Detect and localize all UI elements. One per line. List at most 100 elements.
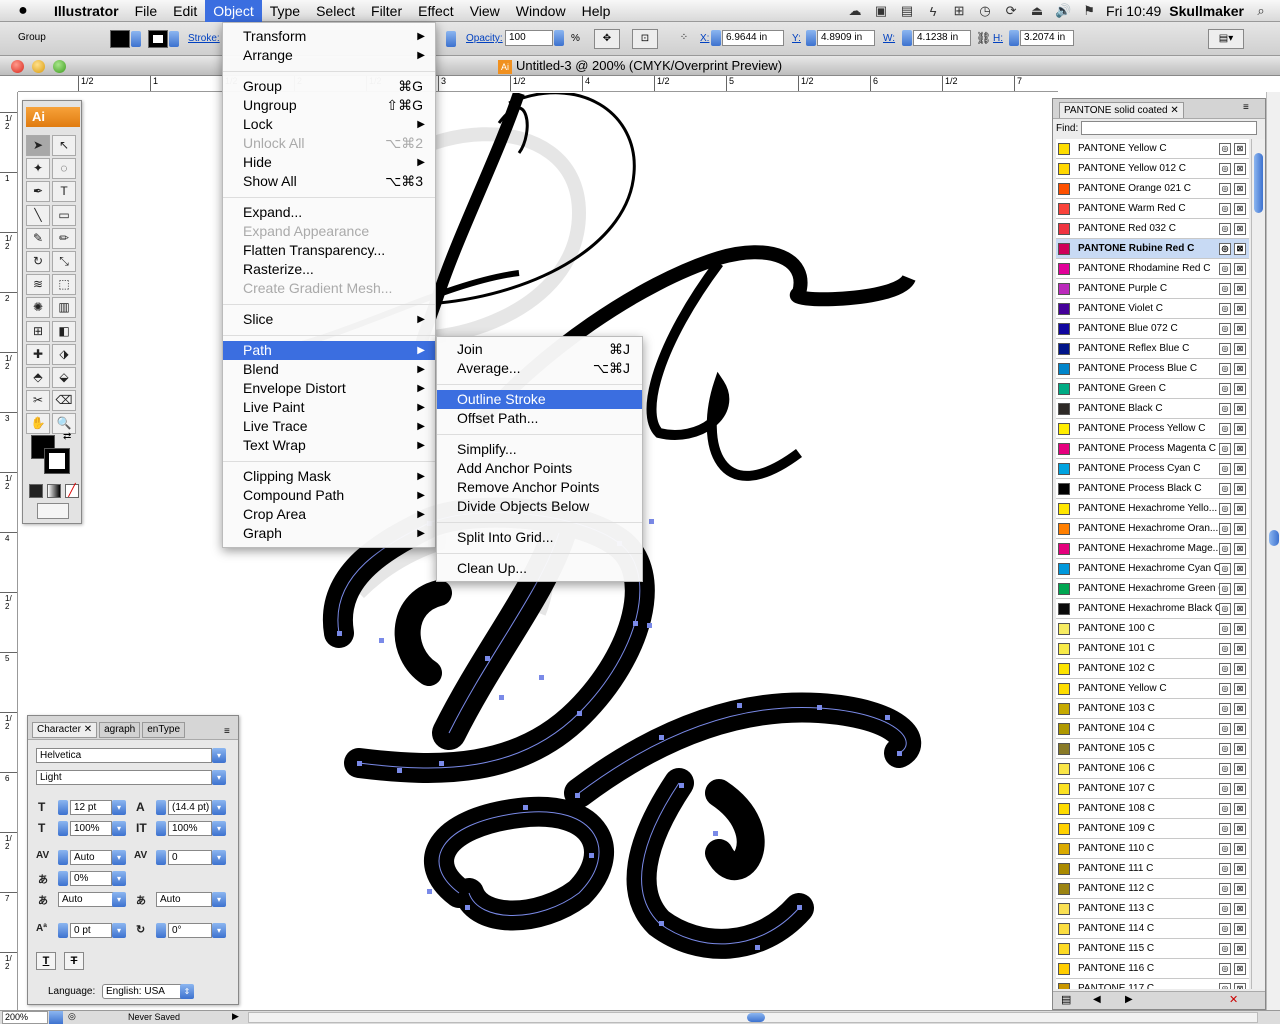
eyedropper-tool-icon[interactable]: ✚ xyxy=(26,343,50,365)
none-mode-icon[interactable]: ╱ xyxy=(65,484,79,498)
letter-k-leg[interactable] xyxy=(646,260,802,481)
menu-item-live-paint[interactable]: Live Paint ▶ xyxy=(223,398,435,417)
zoom-level-input[interactable]: 200% xyxy=(2,1011,48,1024)
vscale-dropdown[interactable]: ▾ xyxy=(212,821,226,836)
eraser-tool-icon[interactable]: ⌫ xyxy=(52,390,76,412)
menu-item-divide-objects-below[interactable]: Divide Objects Below xyxy=(437,497,642,516)
menu-item-slice[interactable]: Slice ▶ xyxy=(223,310,435,329)
scale-tool-icon[interactable]: ⤡ xyxy=(52,251,76,272)
close-tab-icon[interactable]: ✕ xyxy=(84,724,92,735)
panel-options-icon[interactable]: ≡ xyxy=(1243,102,1249,113)
paintbrush-tool-icon[interactable]: ✎ xyxy=(26,227,50,249)
status-menu-icon[interactable]: ▶ xyxy=(232,1011,239,1022)
swatch-row[interactable]: PANTONE Blue 072 C ◎ ⊠ xyxy=(1056,319,1249,339)
time-machine-icon[interactable]: ◷ xyxy=(976,3,994,19)
menu-item-outline-stroke[interactable]: Outline Stroke xyxy=(437,390,642,409)
fill-swatch[interactable] xyxy=(110,30,130,48)
vertical-scroll-thumb[interactable] xyxy=(1269,530,1279,546)
swatch-row[interactable]: PANTONE 112 C ◎ ⊠ xyxy=(1056,879,1249,899)
warp-tool-icon[interactable]: ≋ xyxy=(26,274,50,296)
outlined-k-bend[interactable] xyxy=(705,779,765,881)
gradient-tool-icon[interactable]: ◧ xyxy=(52,320,76,342)
swatch-scroll-thumb[interactable] xyxy=(1254,153,1263,213)
swatch-row[interactable]: PANTONE Red 032 C ◎ ⊠ xyxy=(1056,219,1249,239)
tracking-input[interactable]: 0 xyxy=(168,850,212,865)
menu-item-group[interactable]: Group ⌘G xyxy=(223,77,435,96)
menu-filter[interactable]: Filter xyxy=(363,0,410,22)
outlined-k-loop[interactable] xyxy=(424,796,614,931)
line-tool-icon[interactable]: ╲ xyxy=(26,204,50,226)
graph-tool-icon[interactable]: ▥ xyxy=(52,297,76,319)
zoom-dropdown[interactable] xyxy=(49,1011,63,1024)
baseline-dropdown[interactable]: ▾ xyxy=(112,923,126,938)
spaces-icon[interactable]: ⊞ xyxy=(950,3,968,19)
swatch-row[interactable]: PANTONE 100 C ◎ ⊠ xyxy=(1056,619,1249,639)
align-icon[interactable]: ⊡ xyxy=(632,29,658,49)
swatch-row[interactable]: PANTONE 113 C ◎ ⊠ xyxy=(1056,899,1249,919)
y-stepper[interactable] xyxy=(806,30,816,46)
swatch-row[interactable]: PANTONE 109 C ◎ ⊠ xyxy=(1056,819,1249,839)
menu-object[interactable]: Object xyxy=(205,0,262,22)
w-label[interactable]: W: xyxy=(883,33,895,44)
tab-character[interactable]: Character ✕ xyxy=(32,722,98,738)
font-size-dropdown[interactable]: ▾ xyxy=(112,800,126,815)
kerning-dropdown[interactable]: ▾ xyxy=(112,850,126,865)
menu-item-offset-path[interactable]: Offset Path... xyxy=(437,409,642,428)
swatch-row[interactable]: PANTONE Purple C ◎ ⊠ xyxy=(1056,279,1249,299)
opacity-label[interactable]: Opacity: xyxy=(466,33,503,44)
tracking-stepper[interactable] xyxy=(156,850,166,865)
rotation-dropdown[interactable]: ▾ xyxy=(212,923,226,938)
swatch-row[interactable]: PANTONE 104 C ◎ ⊠ xyxy=(1056,719,1249,739)
find-input[interactable] xyxy=(1081,121,1257,135)
horizontal-ruler[interactable]: 1/211/221/231/241/251/261/271/281/29 xyxy=(18,76,1058,92)
minimize-window-button[interactable] xyxy=(32,60,45,73)
menu-item-live-trace[interactable]: Live Trace ▶ xyxy=(223,417,435,436)
swatch-row[interactable]: PANTONE 110 C ◎ ⊠ xyxy=(1056,839,1249,859)
swatch-row[interactable]: PANTONE 101 C ◎ ⊠ xyxy=(1056,639,1249,659)
tab-paragraph[interactable]: agraph xyxy=(99,722,141,738)
swatch-row[interactable]: PANTONE 108 C ◎ ⊠ xyxy=(1056,799,1249,819)
menu-item-path[interactable]: Path ▶ xyxy=(223,341,435,360)
eject-icon[interactable]: ⏏ xyxy=(1028,3,1046,19)
fill-dropdown[interactable] xyxy=(131,31,141,47)
reference-point-icon[interactable]: ⁘ xyxy=(674,29,694,49)
apple-menu-icon[interactable]: ● xyxy=(0,2,46,20)
swap-colors-icon[interactable]: ⇄ xyxy=(63,431,71,442)
aki-right-input[interactable]: Auto xyxy=(156,892,212,907)
swatch-row[interactable]: PANTONE Process Magenta C ◎ ⊠ xyxy=(1056,439,1249,459)
recolor-icon[interactable]: ✥ xyxy=(594,29,620,49)
h-input[interactable]: 3.2074 in xyxy=(1020,30,1074,46)
swatch-row[interactable]: PANTONE Black C ◎ ⊠ xyxy=(1056,399,1249,419)
stroke-dropdown[interactable] xyxy=(169,31,179,47)
menu-item-average[interactable]: Average... ⌥⌘J xyxy=(437,359,642,378)
menu-item-lock[interactable]: Lock ▶ xyxy=(223,115,435,134)
menu-item-hide[interactable]: Hide ▶ xyxy=(223,153,435,172)
tsume-input[interactable]: 0% xyxy=(70,871,112,886)
menu-item-remove-anchor-points[interactable]: Remove Anchor Points xyxy=(437,478,642,497)
bolt-icon[interactable]: ϟ xyxy=(924,3,942,19)
color-mode-icon[interactable] xyxy=(29,484,43,498)
tab-opentype[interactable]: enType xyxy=(142,722,186,738)
swatch-row[interactable]: PANTONE 114 C ◎ ⊠ xyxy=(1056,919,1249,939)
menu-view[interactable]: View xyxy=(462,0,508,22)
font-family-dropdown[interactable]: ▾ xyxy=(212,748,226,763)
vscale-input[interactable]: 100% xyxy=(168,821,212,836)
swatch-library-icon[interactable]: ▤ xyxy=(1061,993,1071,1006)
hscale-stepper[interactable] xyxy=(58,821,68,836)
close-window-button[interactable] xyxy=(11,60,24,73)
swatch-row[interactable]: PANTONE 102 C ◎ ⊠ xyxy=(1056,659,1249,679)
live-paint-selection-tool-icon[interactable]: ⬙ xyxy=(52,367,76,388)
hand-tool-icon[interactable]: ✋ xyxy=(26,413,50,435)
tsume-dropdown[interactable]: ▾ xyxy=(112,871,126,886)
leading-stepper[interactable] xyxy=(156,800,166,815)
menu-window[interactable]: Window xyxy=(508,0,574,22)
rectangle-tool-icon[interactable]: ▭ xyxy=(52,204,76,226)
swatch-row[interactable]: PANTONE Hexachrome Black C ◎ ⊠ xyxy=(1056,599,1249,619)
version-cue-icon[interactable]: ◎ xyxy=(68,1011,76,1022)
swatch-row[interactable]: PANTONE 106 C ◎ ⊠ xyxy=(1056,759,1249,779)
menu-item-graph[interactable]: Graph ▶ xyxy=(223,524,435,543)
menu-item-clipping-mask[interactable]: Clipping Mask ▶ xyxy=(223,467,435,486)
menu-item-text-wrap[interactable]: Text Wrap ▶ xyxy=(223,436,435,455)
h-label[interactable]: H: xyxy=(993,33,1003,44)
leading-dropdown[interactable]: ▾ xyxy=(212,800,226,815)
